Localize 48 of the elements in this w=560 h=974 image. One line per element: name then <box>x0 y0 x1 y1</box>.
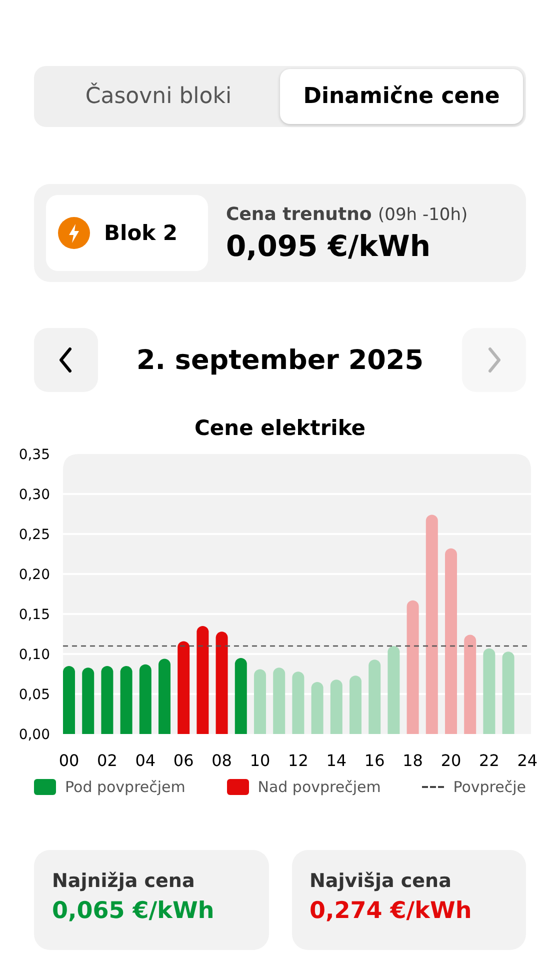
price-label: Cena trenutno (09h -10h) <box>226 204 468 224</box>
x-axis-label: 02 <box>97 751 118 770</box>
x-axis-label: 08 <box>212 751 232 770</box>
y-axis-label: 0,05 <box>18 687 50 703</box>
legend-dash <box>422 786 444 788</box>
chart-title: Cene elektrike <box>193 416 367 442</box>
x-axis-label: 10 <box>250 751 270 770</box>
x-axis-label: 16 <box>364 751 385 770</box>
previous-day-button[interactable] <box>34 328 98 392</box>
y-axis-label: 0,20 <box>18 567 50 583</box>
segment-tab[interactable]: Časovni bloki <box>37 69 280 124</box>
y-axis-label: 0,10 <box>18 647 50 663</box>
legend-label: Pod povprečjem <box>65 778 186 796</box>
date-label: 2. september 2025 <box>136 344 424 376</box>
stat-value: 0,274 €/kWh <box>310 898 473 924</box>
x-axis-label: 04 <box>135 751 156 770</box>
y-axis-label: 0,30 <box>18 487 50 503</box>
lightning-icon <box>58 217 90 249</box>
price-bar <box>63 666 75 734</box>
stat-value: 0,065 €/kWh <box>52 898 216 924</box>
price-bar <box>120 666 132 734</box>
x-axis-label: 22 <box>479 751 500 770</box>
legend-label: Povprečje <box>453 778 526 796</box>
stat-label: Najvišja cena <box>310 870 452 892</box>
x-axis-label: 20 <box>440 751 462 770</box>
y-axis-label: 0,00 <box>18 727 50 743</box>
block-label: Blok 2 <box>104 221 178 245</box>
x-axis-label: 18 <box>402 751 423 770</box>
y-axis-label: 0,35 <box>18 447 50 463</box>
x-axis-label: 00 <box>58 751 80 770</box>
y-axis-label: 0,25 <box>18 527 50 543</box>
price-bar <box>82 668 94 734</box>
segment-tab[interactable]: Dinamične cene <box>280 69 523 124</box>
price-bar <box>101 666 114 734</box>
y-axis-label: 0,15 <box>18 607 50 623</box>
price-bar <box>350 676 362 734</box>
x-axis-label: 24 <box>517 751 538 770</box>
chevron-left-icon <box>58 347 74 373</box>
price-bar <box>254 669 266 734</box>
x-axis-label: 06 <box>173 751 194 770</box>
x-axis-label: 12 <box>288 751 308 770</box>
price-bar <box>273 668 286 734</box>
price-bar <box>292 672 304 734</box>
chevron-right-icon <box>486 347 502 373</box>
current-price: 0,095 €/kWh <box>226 228 432 262</box>
legend-label: Nad povprečjem <box>258 778 381 796</box>
stat-label: Najnižja cena <box>52 870 196 892</box>
x-axis-label: 14 <box>326 751 347 770</box>
